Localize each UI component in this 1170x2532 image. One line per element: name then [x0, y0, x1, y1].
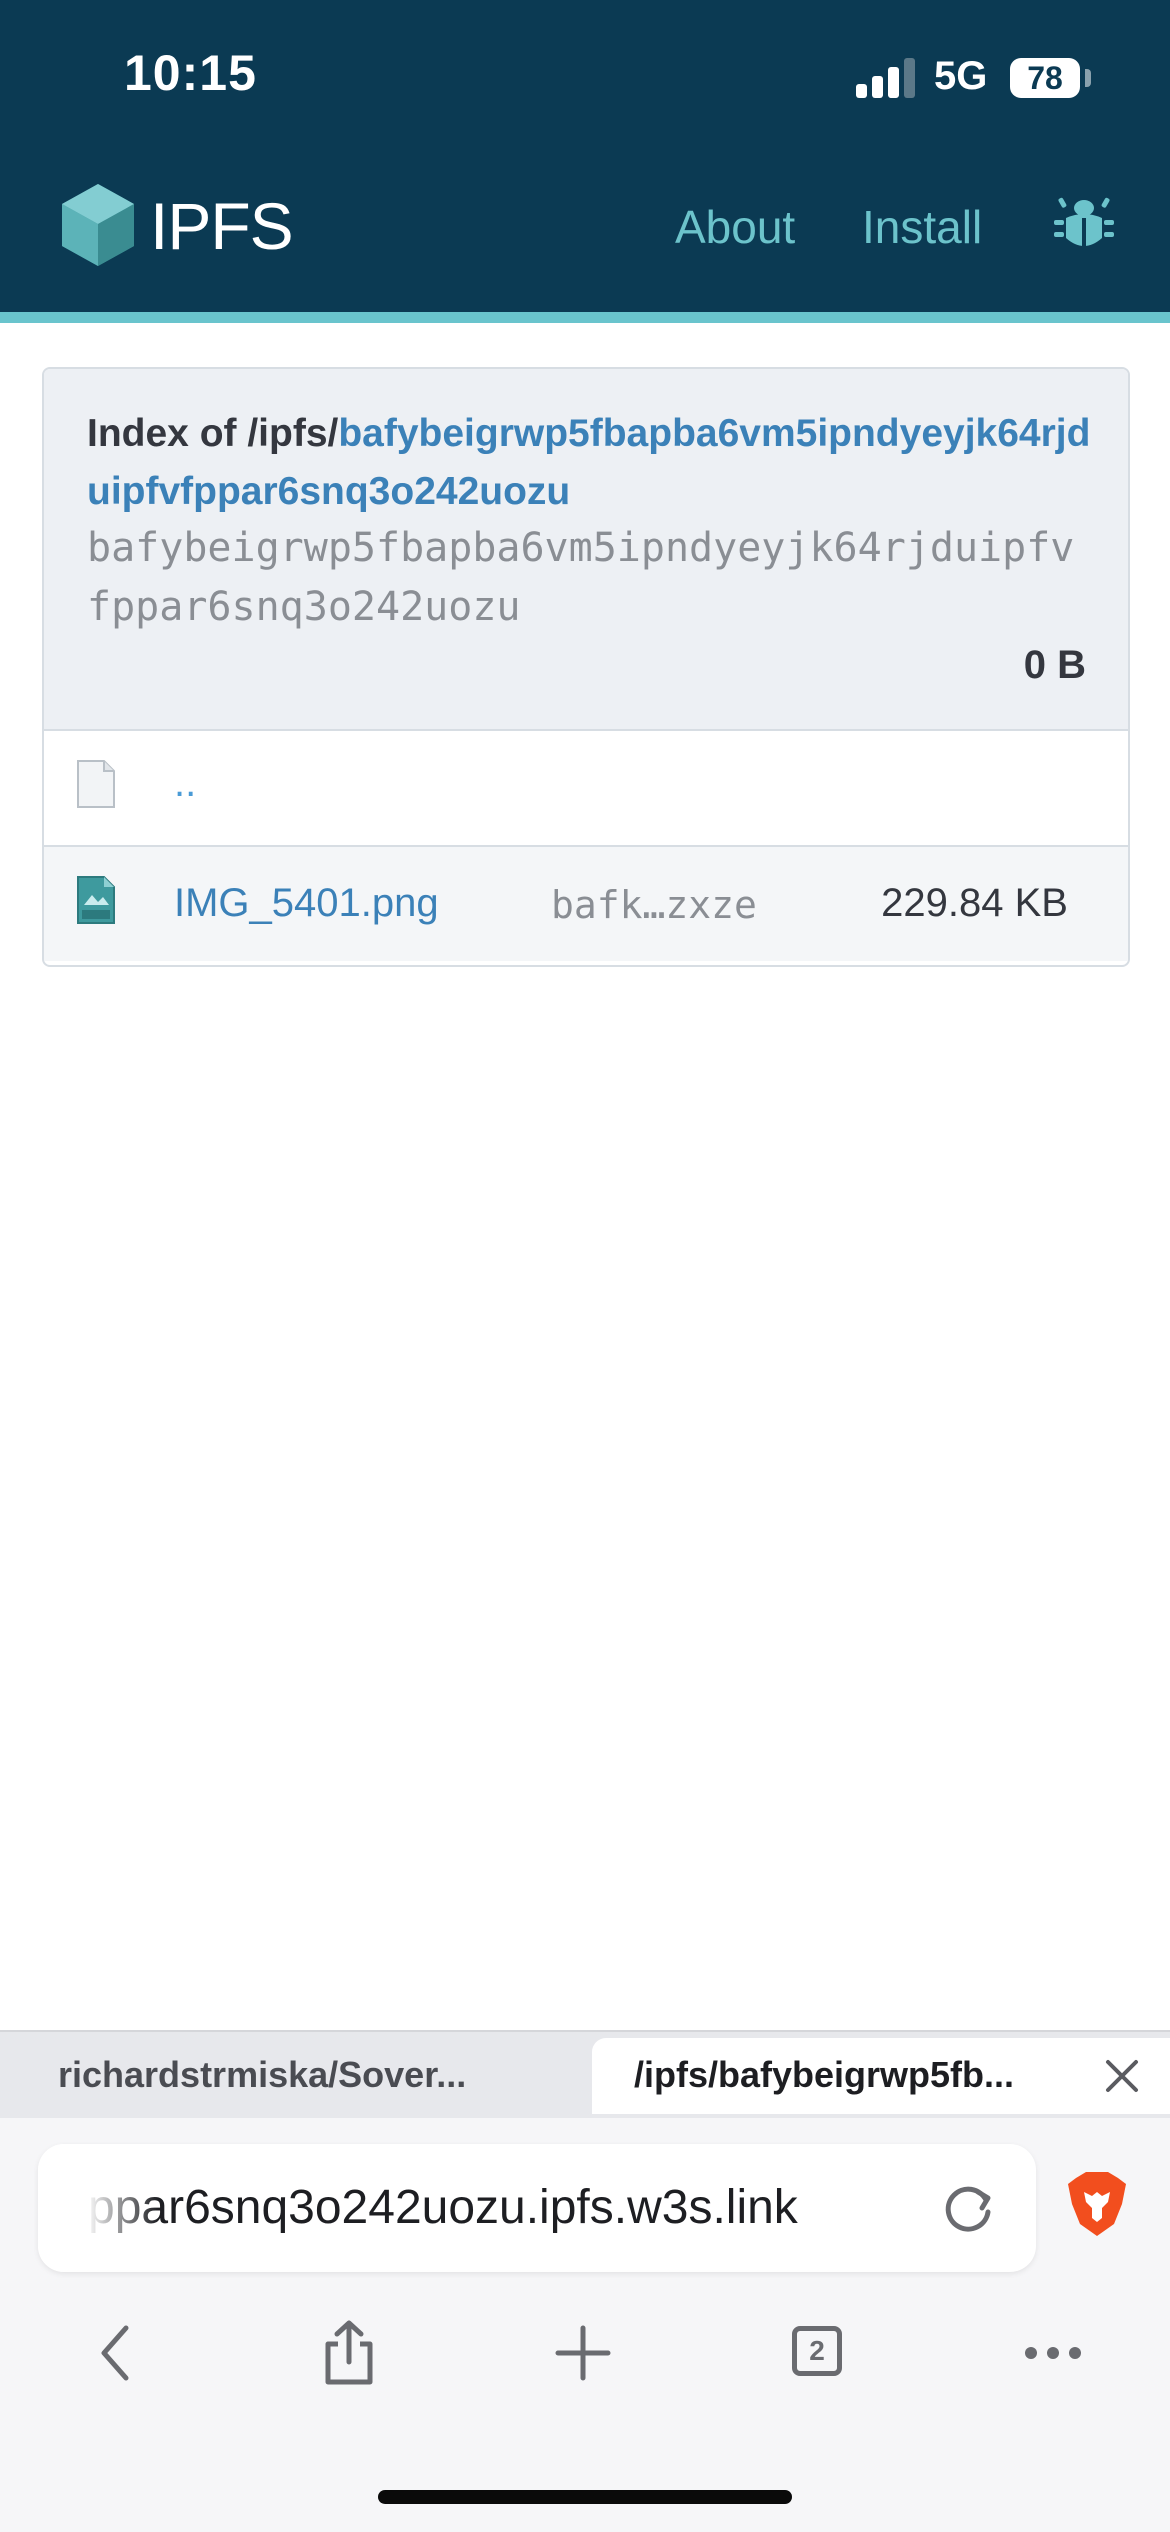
more-menu-icon[interactable] — [1018, 2318, 1088, 2388]
list-item-file[interactable]: IMG_5401.png bafk…zxze 229.84 KB — [44, 847, 1128, 961]
tabs-count: 2 — [792, 2326, 842, 2376]
url-fade — [38, 2144, 158, 2272]
index-title: Index of /ipfs/bafybeigrwp5fbapba6vm5ipn… — [87, 405, 1097, 521]
brave-lion-icon[interactable] — [1066, 2170, 1128, 2238]
logo-text[interactable]: IPFS — [150, 188, 294, 264]
nav-about-link[interactable]: About — [675, 200, 795, 254]
network-type: 5G — [934, 54, 988, 98]
png-file-icon — [77, 876, 115, 924]
address-bar-url[interactable]: ppar6snq3o242uozu.ipfs.w3s.link — [88, 2180, 798, 2235]
battery-icon: 78 — [1010, 58, 1080, 98]
cellular-signal-icon — [856, 58, 916, 98]
back-icon[interactable] — [82, 2318, 152, 2388]
bug-report-icon[interactable] — [1052, 192, 1116, 256]
index-title-prefix: Index of /ipfs/ — [87, 412, 339, 455]
file-name-link[interactable]: IMG_5401.png — [174, 881, 439, 926]
parent-directory-link[interactable]: .. — [174, 761, 196, 806]
address-bar[interactable]: ppar6snq3o242uozu.ipfs.w3s.link — [38, 2144, 1036, 2272]
header-accent-strip — [0, 312, 1170, 323]
browser-toolbar: ppar6snq3o242uozu.ipfs.w3s.link 2 — [0, 2118, 1170, 2532]
tabs-overview-button[interactable]: 2 — [782, 2318, 852, 2388]
site-header: 10:15 5G 78 IPFS About Install — [0, 0, 1170, 312]
nav-install-link[interactable]: Install — [862, 200, 982, 254]
battery-level: 78 — [1027, 59, 1063, 96]
ipfs-cube-icon[interactable] — [58, 180, 138, 270]
file-size: 229.84 KB — [881, 881, 1068, 925]
browser-tab-strip: richardstrmiska/Sover... /ipfs/bafybeigr… — [0, 2030, 1170, 2120]
tab-active[interactable]: /ipfs/bafybeigrwp5fb... — [592, 2038, 1170, 2114]
home-indicator[interactable] — [378, 2490, 792, 2504]
battery-tip — [1085, 69, 1091, 87]
tab-active-label: /ipfs/bafybeigrwp5fb... — [634, 2054, 1015, 2095]
blank-file-icon — [77, 760, 115, 808]
tab-inactive[interactable]: richardstrmiska/Sover... — [58, 2054, 466, 2096]
new-tab-icon[interactable] — [548, 2318, 618, 2388]
file-cid[interactable]: bafk…zxze — [551, 883, 757, 927]
reload-icon[interactable] — [938, 2178, 998, 2238]
directory-cid: bafybeigrwp5fbapba6vm5ipndyeyjk64rjduipf… — [87, 525, 1075, 630]
directory-total-size: 0 B — [1023, 643, 1086, 687]
close-tab-icon[interactable] — [1102, 2056, 1142, 2096]
directory-listing: Index of /ipfs/bafybeigrwp5fbapba6vm5ipn… — [42, 367, 1130, 967]
list-item-parent[interactable]: .. — [44, 731, 1128, 847]
share-icon[interactable] — [314, 2318, 384, 2388]
status-time: 10:15 — [124, 45, 257, 101]
listing-header: Index of /ipfs/bafybeigrwp5fbapba6vm5ipn… — [44, 369, 1128, 731]
